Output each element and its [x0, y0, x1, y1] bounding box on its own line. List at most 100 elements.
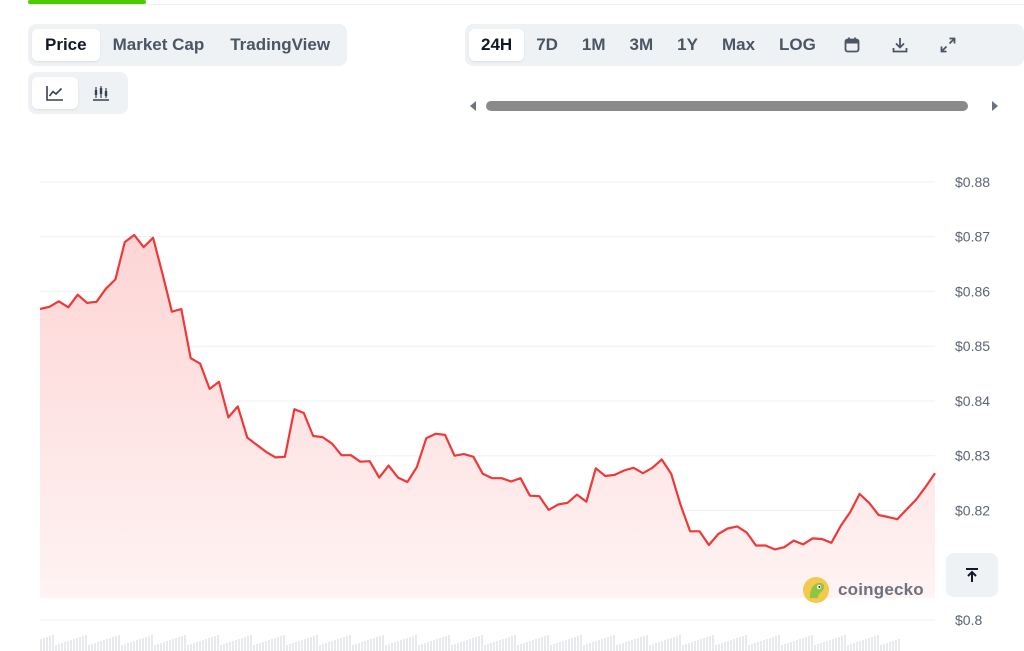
volume-bar: [610, 636, 612, 651]
arrow-up-icon: [966, 568, 978, 582]
volume-bar: [631, 640, 633, 651]
volume-bar: [724, 642, 726, 651]
y-tick-label: $0.83: [955, 448, 990, 464]
volume-bars: [40, 635, 900, 651]
volume-bar: [886, 643, 888, 651]
volume-bar: [343, 637, 345, 651]
volume-bar: [61, 643, 63, 651]
volume-bar: [838, 637, 840, 651]
volume-bar: [721, 643, 723, 651]
volume-bar: [529, 641, 531, 651]
volume-bar: [106, 639, 108, 651]
volume-bar: [733, 639, 735, 651]
volume-bar: [316, 635, 318, 651]
volume-bar: [577, 636, 579, 651]
volume-bar: [277, 637, 279, 651]
volume-bar: [715, 645, 717, 651]
volume-bar: [820, 643, 822, 651]
volume-bar: [706, 637, 708, 651]
volume-bar: [802, 638, 804, 651]
volume-bar: [289, 644, 291, 651]
volume-bar: [460, 642, 462, 651]
volume-bar: [208, 638, 210, 651]
volume-bar: [592, 642, 594, 651]
volume-bar: [454, 644, 456, 651]
volume-bar: [250, 635, 252, 651]
volume-bar: [421, 644, 423, 651]
volume-bar: [799, 639, 801, 651]
volume-bar: [157, 644, 159, 651]
volume-bar: [457, 643, 459, 651]
volume-bar: [730, 640, 732, 651]
volume-bar: [520, 644, 522, 651]
volume-bar: [826, 641, 828, 651]
volume-bar: [268, 640, 270, 651]
volume-bar: [73, 639, 75, 651]
volume-bar: [613, 635, 615, 651]
volume-bar: [379, 636, 381, 651]
volume-bar: [544, 636, 546, 651]
volume-bar: [661, 641, 663, 651]
volume-bar: [373, 638, 375, 651]
volume-bar: [718, 644, 720, 651]
volume-bar: [370, 639, 372, 651]
volume-bar: [109, 638, 111, 651]
volume-bar: [703, 638, 705, 651]
volume-bar: [850, 644, 852, 651]
volume-bar: [280, 636, 282, 651]
volume-bar: [418, 645, 420, 651]
volume-bar: [676, 636, 678, 651]
volume-bar: [64, 642, 66, 651]
volume-bar: [736, 638, 738, 651]
volume-bar: [565, 640, 567, 651]
volume-bar: [91, 644, 93, 651]
volume-bar: [391, 643, 393, 651]
volume-bar: [796, 640, 798, 651]
volume-bar: [85, 635, 87, 651]
volume-bar: [199, 641, 201, 651]
volume-bar: [214, 636, 216, 651]
volume-bar: [355, 644, 357, 651]
volume-bar: [424, 643, 426, 651]
volume-bar: [808, 636, 810, 651]
volume-bar: [160, 643, 162, 651]
volume-bar: [427, 642, 429, 651]
volume-bar: [229, 642, 231, 651]
volume-bar: [655, 643, 657, 651]
volume-bar: [154, 645, 156, 651]
scroll-to-top-button[interactable]: [946, 553, 998, 597]
volume-bar: [892, 641, 894, 651]
volume-bar: [121, 645, 123, 651]
volume-bar: [541, 637, 543, 651]
volume-bar: [271, 639, 273, 651]
volume-bar: [334, 640, 336, 651]
volume-bar: [103, 640, 105, 651]
volume-bar: [481, 635, 483, 651]
volume-bar: [844, 635, 846, 651]
volume-bar: [256, 644, 258, 651]
y-tick-label: $0.87: [955, 229, 990, 245]
volume-bar: [352, 645, 354, 651]
volume-bar: [727, 641, 729, 651]
volume-bar: [325, 643, 327, 651]
volume-bar: [646, 635, 648, 651]
volume-bar: [448, 635, 450, 651]
volume-bar: [859, 641, 861, 651]
volume-bar: [580, 635, 582, 651]
coingecko-logo-icon: [803, 577, 829, 603]
volume-bar: [313, 636, 315, 651]
volume-bar: [175, 638, 177, 651]
volume-bar: [259, 643, 261, 651]
volume-bar: [790, 642, 792, 651]
volume-bar: [694, 641, 696, 651]
volume-bar: [517, 645, 519, 651]
volume-bar: [262, 642, 264, 651]
volume-bar: [286, 645, 288, 651]
volume-bar: [361, 642, 363, 651]
y-tick-label: $0.88: [955, 174, 990, 190]
volume-bar: [649, 645, 651, 651]
volume-bar: [763, 640, 765, 651]
volume-bar: [778, 635, 780, 651]
volume-bar: [145, 637, 147, 651]
volume-bar: [562, 641, 564, 651]
